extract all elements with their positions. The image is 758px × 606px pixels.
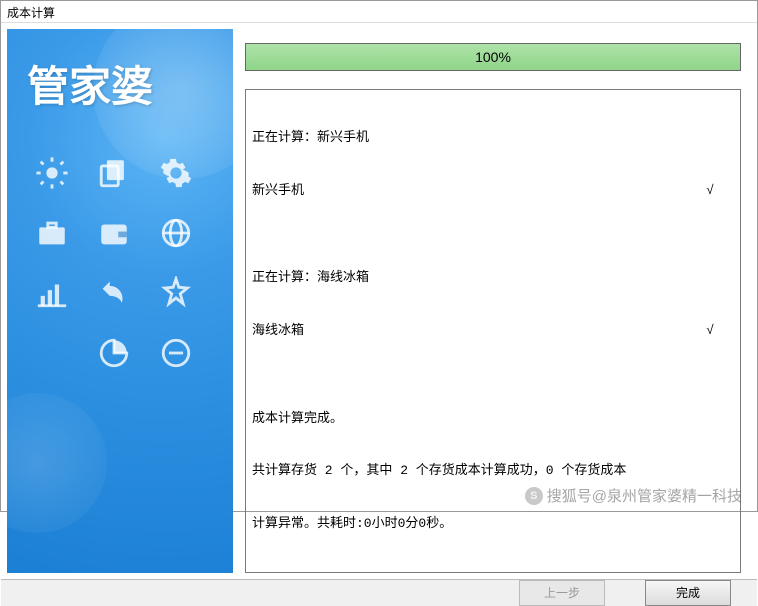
progress-bar: 100% [245,43,741,71]
content-area: 管家婆 100% 正在计算：新兴手机 新兴手机√ [1,23,757,579]
main-panel: 100% 正在计算：新兴手机 新兴手机√ 正在计算：海线冰箱 海线冰箱√ 成本计… [241,29,751,573]
sidebar: 管家婆 [7,29,233,573]
finish-button[interactable]: 完成 [645,580,731,606]
log-line: 海线冰箱√ [252,322,734,340]
log-line: 正在计算：海线冰箱 [252,269,734,287]
copy-icon [95,154,133,192]
minus-circle-icon [157,334,195,372]
brand-name: 管家婆 [7,29,233,114]
bar-chart-icon [33,274,71,312]
log-line: 正在计算：新兴手机 [252,129,734,147]
cost-calc-window: 成本计算 管家婆 100% 正在计算：新 [0,0,758,512]
prev-button: 上一步 [519,580,605,606]
log-line: 新兴手机√ [252,182,734,200]
sun-icon [33,154,71,192]
wallet-icon [95,214,133,252]
check-icon: √ [706,182,734,200]
log-line: 成本计算完成。 [252,410,734,428]
star-icon [157,274,195,312]
undo-icon [95,274,133,312]
window-title: 成本计算 [7,6,55,20]
log-output: 正在计算：新兴手机 新兴手机√ 正在计算：海线冰箱 海线冰箱√ 成本计算完成。 … [245,89,741,573]
pie-chart-icon [95,334,133,372]
title-bar: 成本计算 [1,1,757,23]
log-line: 计算异常。共耗时:0小时0分0秒。 [252,515,734,533]
globe-icon [157,214,195,252]
briefcase-icon [33,214,71,252]
sidebar-icon-grid [7,114,233,372]
check-icon: √ [706,322,734,340]
progress-text: 100% [475,49,511,65]
footer-bar: 上一步 完成 [1,579,757,606]
log-line: 共计算存货 2 个，其中 2 个存货成本计算成功，0 个存货成本 [252,462,734,480]
gear-icon [157,154,195,192]
